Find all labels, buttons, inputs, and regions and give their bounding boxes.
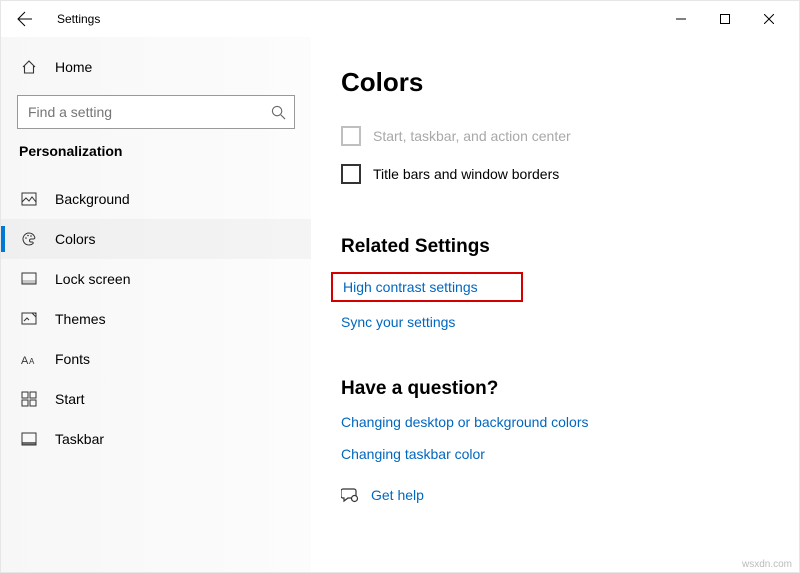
sidebar-nav: Background Colors Lock screen	[1, 179, 311, 459]
close-button[interactable]	[747, 3, 791, 35]
home-icon	[21, 59, 37, 75]
start-icon	[21, 391, 37, 407]
svg-text:A: A	[29, 357, 35, 366]
watermark: wsxdn.com	[742, 559, 792, 570]
palette-icon	[21, 231, 37, 247]
minimize-button[interactable]	[659, 3, 703, 35]
sidebar-item-taskbar[interactable]: Taskbar	[1, 419, 311, 459]
gethelp-icon	[341, 486, 359, 504]
sidebar-item-label: Lock screen	[55, 271, 130, 287]
find-setting-box[interactable]	[17, 95, 295, 129]
window-controls	[659, 3, 791, 35]
maximize-button[interactable]	[703, 3, 747, 35]
checkbox-label: Start, taskbar, and action center	[373, 128, 571, 144]
fonts-icon: AA	[21, 352, 37, 366]
sidebar: Home Personalization Background	[1, 37, 311, 572]
back-button[interactable]	[9, 3, 41, 35]
close-icon	[764, 14, 774, 24]
checkbox-box[interactable]	[341, 164, 361, 184]
sidebar-section-header: Personalization	[1, 143, 311, 179]
picture-icon	[21, 191, 37, 207]
themes-icon	[21, 311, 37, 327]
svg-text:A: A	[21, 355, 29, 366]
sidebar-home-label: Home	[55, 59, 92, 75]
checkbox-box	[341, 126, 361, 146]
checkbox-start-taskbar: Start, taskbar, and action center	[341, 126, 769, 146]
lockscreen-icon	[21, 271, 37, 287]
sidebar-item-label: Start	[55, 391, 85, 407]
maximize-icon	[720, 14, 730, 24]
titlebar: Settings	[1, 1, 799, 37]
link-high-contrast[interactable]: High contrast settings	[331, 272, 523, 302]
sidebar-item-colors[interactable]: Colors	[1, 219, 311, 259]
sidebar-item-label: Background	[55, 191, 130, 207]
minimize-icon	[676, 14, 686, 24]
have-question-heading: Have a question?	[341, 378, 769, 400]
taskbar-icon	[21, 431, 37, 447]
link-taskbar-color[interactable]: Changing taskbar color	[341, 446, 769, 462]
sidebar-item-themes[interactable]: Themes	[1, 299, 311, 339]
checkbox-label: Title bars and window borders	[373, 166, 559, 182]
link-desktop-colors[interactable]: Changing desktop or background colors	[341, 414, 769, 430]
page-title: Colors	[341, 67, 769, 98]
sidebar-item-fonts[interactable]: AA Fonts	[1, 339, 311, 379]
find-setting-input[interactable]	[28, 104, 271, 120]
search-icon	[271, 105, 286, 120]
sidebar-item-label: Colors	[55, 231, 95, 247]
get-help[interactable]: Get help	[341, 486, 769, 504]
related-settings-heading: Related Settings	[341, 236, 769, 258]
get-help-label: Get help	[371, 487, 424, 503]
checkbox-title-bars[interactable]: Title bars and window borders	[341, 164, 769, 184]
main-content: Colors Start, taskbar, and action center…	[311, 37, 799, 572]
sidebar-home[interactable]: Home	[1, 49, 311, 85]
sidebar-item-label: Fonts	[55, 351, 90, 367]
sidebar-item-lock-screen[interactable]: Lock screen	[1, 259, 311, 299]
sidebar-item-start[interactable]: Start	[1, 379, 311, 419]
sidebar-item-background[interactable]: Background	[1, 179, 311, 219]
window-title: Settings	[57, 12, 100, 26]
sidebar-item-label: Themes	[55, 311, 106, 327]
sidebar-item-label: Taskbar	[55, 431, 104, 447]
back-arrow-icon	[17, 11, 33, 27]
link-sync-settings[interactable]: Sync your settings	[341, 314, 769, 330]
